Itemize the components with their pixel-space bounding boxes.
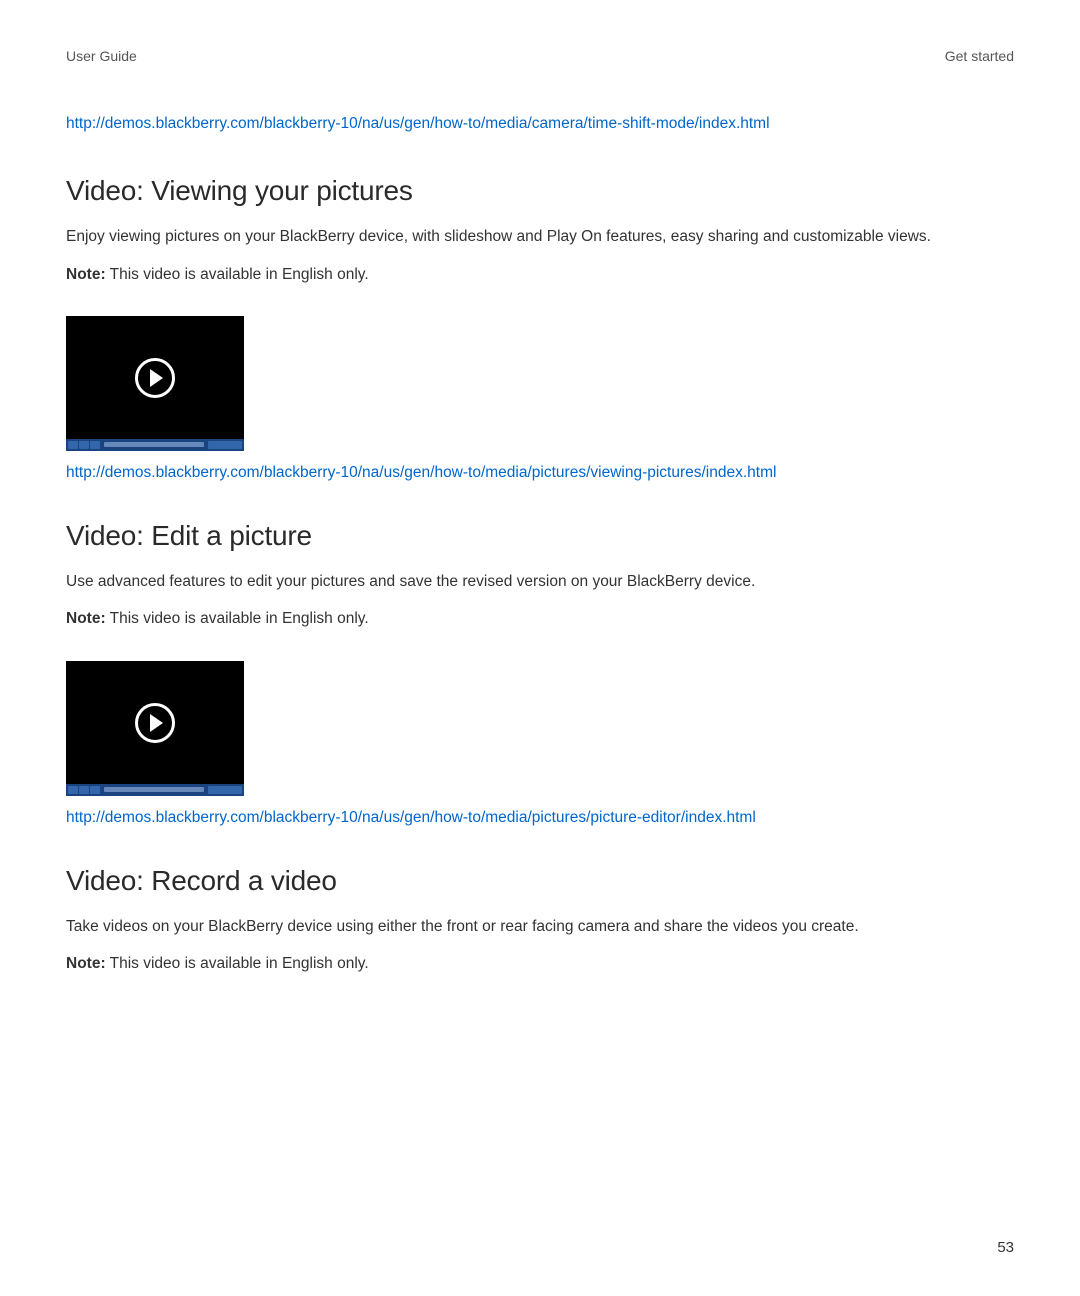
control-forward-icon — [90, 786, 100, 794]
section-heading: Video: Viewing your pictures — [66, 175, 1014, 207]
section-note: Note: This video is available in English… — [66, 952, 1014, 975]
video-thumbnail[interactable] — [66, 661, 244, 796]
section-viewing-pictures: Video: Viewing your pictures Enjoy viewi… — [66, 175, 1014, 484]
control-rewind-icon — [79, 441, 89, 449]
note-text: This video is available in English only. — [106, 266, 369, 283]
note-label: Note: — [66, 955, 106, 972]
page-number: 53 — [997, 1239, 1014, 1256]
video-thumbnail[interactable] — [66, 316, 244, 451]
top-link[interactable]: http://demos.blackberry.com/blackberry-1… — [66, 112, 1014, 135]
section-body: Enjoy viewing pictures on your BlackBerr… — [66, 225, 1014, 248]
video-control-bar — [66, 784, 244, 796]
section-note: Note: This video is available in English… — [66, 607, 1014, 630]
video-control-bar — [66, 439, 244, 451]
note-text: This video is available in English only. — [106, 610, 369, 627]
control-time-display — [208, 786, 242, 794]
play-triangle-icon — [150, 369, 163, 387]
section-link[interactable]: http://demos.blackberry.com/blackberry-1… — [66, 461, 1014, 484]
note-label: Note: — [66, 266, 106, 283]
control-rewind-icon — [79, 786, 89, 794]
note-text: This video is available in English only. — [106, 955, 369, 972]
page-header: User Guide Get started — [66, 48, 1014, 64]
control-play-icon — [68, 786, 78, 794]
play-icon — [135, 703, 175, 743]
note-label: Note: — [66, 610, 106, 627]
section-body: Use advanced features to edit your pictu… — [66, 570, 1014, 593]
section-record-video: Video: Record a video Take videos on you… — [66, 865, 1014, 976]
header-left: User Guide — [66, 48, 137, 64]
control-time-display — [208, 441, 242, 449]
control-play-icon — [68, 441, 78, 449]
play-triangle-icon — [150, 714, 163, 732]
section-heading: Video: Edit a picture — [66, 520, 1014, 552]
section-link[interactable]: http://demos.blackberry.com/blackberry-1… — [66, 806, 1014, 829]
section-note: Note: This video is available in English… — [66, 263, 1014, 286]
header-right: Get started — [945, 48, 1014, 64]
control-forward-icon — [90, 441, 100, 449]
section-edit-picture: Video: Edit a picture Use advanced featu… — [66, 520, 1014, 829]
section-body: Take videos on your BlackBerry device us… — [66, 915, 1014, 938]
control-progress-track — [104, 442, 204, 447]
control-progress-track — [104, 787, 204, 792]
play-icon — [135, 358, 175, 398]
section-heading: Video: Record a video — [66, 865, 1014, 897]
